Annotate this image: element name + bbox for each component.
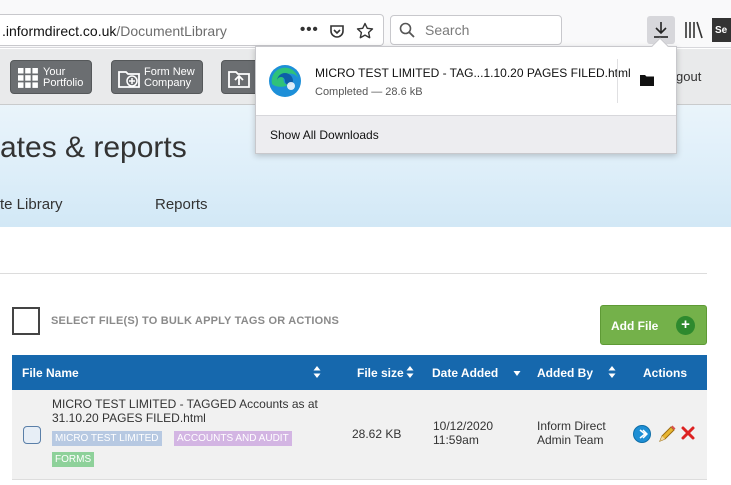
row-checkbox[interactable] (23, 426, 41, 444)
downloads-panel: MICRO TEST LIMITED - TAG...1.10.20 PAGES… (255, 37, 677, 154)
added-by-line1: Inform Direct (537, 419, 606, 433)
column-actions: Actions (643, 366, 688, 380)
column-date-added[interactable]: Date Added (432, 366, 498, 380)
edit-pencil-icon[interactable] (657, 424, 677, 444)
logout-link[interactable]: gout (676, 69, 701, 84)
tab-template-library[interactable]: te Library (0, 196, 63, 213)
table-header: File Name File size Date Added Added By … (12, 355, 707, 390)
sort-icon[interactable] (313, 365, 321, 379)
form-new-company-button[interactable]: Form New Company (111, 60, 203, 94)
your-portfolio-label: Your Portfolio (43, 67, 83, 89)
date-added: 10/12/2020 11:59am (433, 419, 493, 447)
open-folder-icon[interactable] (640, 74, 654, 86)
edge-browser-icon (269, 65, 301, 97)
sidebar-button[interactable]: Se (712, 18, 731, 42)
browser-search-input[interactable] (425, 22, 555, 38)
download-item[interactable]: MICRO TEST LIMITED - TAG...1.10.20 PAGES… (256, 47, 676, 115)
bulk-select-label: SELECT FILE(S) TO BULK APPLY TAGS OR ACT… (51, 315, 340, 327)
add-file-label: Add File (611, 319, 659, 333)
date-added-date: 10/12/2020 (433, 419, 494, 433)
sort-icon[interactable] (406, 365, 414, 379)
delete-icon[interactable] (680, 425, 696, 441)
show-all-downloads-label: Show All Downloads (270, 128, 379, 142)
download-status: Completed — 28.6 kB (315, 86, 423, 98)
url-bar[interactable]: .informdirect.co.uk/DocumentLibrary ••• (0, 14, 384, 46)
search-icon (399, 22, 415, 38)
added-by: Inform Direct Admin Team (537, 419, 606, 447)
folder-upload-icon (228, 71, 250, 88)
grid-icon (18, 68, 38, 88)
added-by-line2: Admin Team (537, 433, 604, 447)
date-added-time: 11:59am (433, 433, 479, 447)
tag-company[interactable]: MICRO TEST LIMITED (52, 431, 162, 446)
pocket-icon[interactable] (329, 23, 345, 39)
folder-plus-icon (118, 71, 140, 88)
sort-icon[interactable] (608, 365, 616, 379)
file-size: 28.62 KB (352, 427, 402, 441)
bookmark-star-icon[interactable] (356, 22, 374, 40)
show-all-downloads-button[interactable]: Show All Downloads (256, 115, 676, 153)
url-domain: .informdirect.co.uk (2, 23, 117, 39)
library-icon[interactable] (683, 18, 705, 42)
file-name-link[interactable]: MICRO TEST LIMITED - TAGGED Accounts as … (52, 397, 332, 425)
divider (0, 273, 707, 274)
tag-accounts-and-audit[interactable]: ACCOUNTS AND AUDIT (174, 431, 292, 446)
your-portfolio-line2: Portfolio (43, 77, 84, 89)
tag-forms[interactable]: FORMS (52, 452, 95, 467)
column-added-by[interactable]: Added By (537, 366, 593, 380)
divider (617, 59, 618, 103)
table-row[interactable]: MICRO TEST LIMITED - TAGGED Accounts as … (12, 390, 707, 480)
column-file-size[interactable]: File size (357, 366, 404, 380)
column-file-name[interactable]: File Name (22, 366, 79, 380)
download-file-name: MICRO TEST LIMITED - TAG...1.10.20 PAGES… (315, 66, 631, 80)
view-action-icon[interactable] (633, 425, 651, 443)
browser-toolbar: .informdirect.co.uk/DocumentLibrary ••• … (0, 0, 731, 48)
plus-icon: + (676, 316, 695, 335)
tab-reports[interactable]: Reports (155, 196, 208, 213)
form-new-company-line2: Company (144, 77, 192, 89)
download-arrow-icon (654, 22, 668, 38)
url-text: .informdirect.co.uk/DocumentLibrary (2, 23, 227, 39)
form-new-company-label: Form New Company (144, 67, 195, 89)
page-title: ates & reports (0, 131, 187, 164)
your-portfolio-button[interactable]: Your Portfolio (10, 60, 92, 94)
add-file-button[interactable]: Add File + (600, 305, 707, 345)
sort-descending-icon[interactable] (513, 369, 521, 377)
bulk-select-checkbox[interactable] (12, 307, 40, 335)
browser-search-field[interactable] (390, 15, 562, 45)
page-actions-icon[interactable]: ••• (300, 21, 319, 39)
url-path: /DocumentLibrary (116, 23, 227, 39)
